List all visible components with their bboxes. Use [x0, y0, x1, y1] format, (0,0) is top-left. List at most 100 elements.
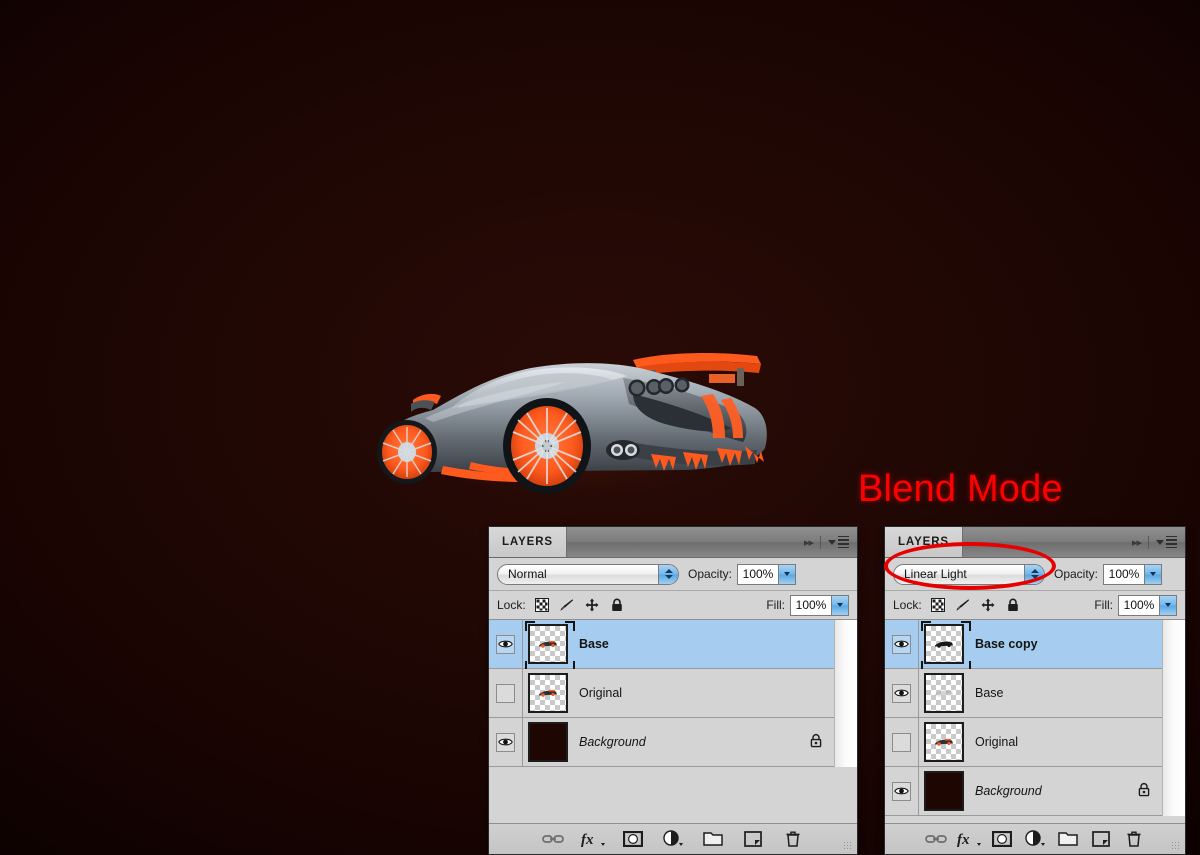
eye-icon[interactable]	[496, 733, 515, 752]
layers-panel-before[interactable]: LAYERS ▸▸ Normal Opacity:	[488, 526, 858, 855]
add-layer-mask-icon[interactable]	[986, 826, 1019, 852]
new-group-icon[interactable]	[693, 826, 733, 852]
fill-dropdown-arrow[interactable]	[831, 596, 848, 615]
panel-menu-icon[interactable]	[1156, 536, 1177, 548]
stepper-down-icon	[665, 575, 673, 579]
collapse-panel-icon[interactable]: ▸▸	[804, 536, 813, 549]
blend-mode-dropdown[interactable]: Linear Light	[893, 564, 1045, 585]
tab-layers[interactable]: LAYERS	[489, 527, 567, 557]
visibility-cell[interactable]	[489, 620, 523, 668]
lock-position-icon[interactable]	[585, 598, 599, 612]
layers-panel-after[interactable]: LAYERS ▸▸ Linear Light Opacity:	[884, 526, 1186, 855]
lock-image-icon[interactable]	[956, 598, 970, 612]
lock-image-icon[interactable]	[560, 598, 574, 612]
layers-list[interactable]: Base copy	[885, 620, 1185, 816]
fill-field[interactable]: 100%	[790, 595, 849, 616]
visibility-cell[interactable]	[885, 669, 919, 717]
visibility-cell[interactable]	[489, 669, 523, 717]
collapse-panel-icon[interactable]: ▸▸	[1132, 536, 1141, 549]
thumbnail-cell[interactable]	[523, 624, 573, 664]
layers-list[interactable]: Base Original	[489, 620, 857, 767]
thumbnail-cell[interactable]	[919, 624, 969, 664]
table-row[interactable]: Background	[885, 767, 1185, 816]
layer-thumbnail	[528, 624, 568, 664]
eye-icon[interactable]	[892, 782, 911, 801]
eye-icon[interactable]	[496, 635, 515, 654]
lock-all-icon[interactable]	[610, 598, 624, 612]
layer-name: Base	[975, 686, 1004, 700]
chevron-down-icon	[828, 540, 836, 545]
table-row[interactable]: Base	[885, 669, 1185, 718]
fill-dropdown-arrow[interactable]	[1159, 596, 1176, 615]
layers-scroll-gutter[interactable]	[834, 620, 857, 767]
opacity-value: 100%	[738, 565, 778, 584]
panel-tab-bar: LAYERS ▸▸	[489, 527, 857, 558]
table-row[interactable]: Original	[885, 718, 1185, 767]
adjustment-layer-icon[interactable]	[1019, 826, 1052, 852]
layer-name: Original	[975, 735, 1018, 749]
adjustment-layer-icon[interactable]	[653, 826, 693, 852]
opacity-field[interactable]: 100%	[1103, 564, 1162, 585]
lock-all-icon[interactable]	[1006, 598, 1020, 612]
opacity-value: 100%	[1104, 565, 1144, 584]
link-layers-icon[interactable]	[920, 826, 953, 852]
table-row[interactable]: Original	[489, 669, 857, 718]
layer-name: Background	[975, 784, 1042, 798]
panel-resize-grip[interactable]	[1171, 841, 1181, 851]
layer-name: Base	[579, 637, 609, 651]
delete-layer-icon[interactable]	[1118, 826, 1151, 852]
layer-locked-icon	[1137, 782, 1151, 800]
eye-icon-off[interactable]	[496, 684, 515, 703]
new-layer-icon[interactable]	[1085, 826, 1118, 852]
layer-thumbnail	[924, 624, 964, 664]
layer-style-fx-icon[interactable]: fx	[953, 826, 986, 852]
blend-mode-stepper[interactable]	[658, 565, 678, 584]
fill-label: Fill:	[1094, 598, 1113, 612]
eye-icon[interactable]	[892, 635, 911, 654]
menu-lines-icon	[1166, 536, 1177, 548]
eye-icon[interactable]	[892, 684, 911, 703]
table-row[interactable]: Background	[489, 718, 857, 767]
blend-mode-annotation-label: Blend Mode	[858, 468, 1063, 511]
lock-label: Lock:	[893, 598, 922, 612]
lock-transparency-icon[interactable]	[931, 598, 945, 612]
thumbnail-cell[interactable]	[523, 722, 573, 762]
lock-label: Lock:	[497, 598, 526, 612]
link-layers-icon[interactable]	[533, 826, 573, 852]
visibility-cell[interactable]	[885, 718, 919, 766]
panel-menu-icon[interactable]	[828, 536, 849, 548]
visibility-cell[interactable]	[489, 718, 523, 766]
fill-field[interactable]: 100%	[1118, 595, 1177, 616]
layers-list-wrap: Base copy	[885, 620, 1185, 816]
tab-divider	[1148, 536, 1149, 549]
lock-position-icon[interactable]	[981, 598, 995, 612]
visibility-cell[interactable]	[885, 767, 919, 815]
layer-thumbnail	[924, 771, 964, 811]
blend-mode-row: Linear Light Opacity: 100%	[885, 558, 1185, 591]
new-layer-icon[interactable]	[733, 826, 773, 852]
layers-scroll-gutter[interactable]	[1162, 620, 1185, 816]
lock-transparency-icon[interactable]	[535, 598, 549, 612]
thumbnail-cell[interactable]	[523, 673, 573, 713]
panel-resize-grip[interactable]	[843, 841, 853, 851]
tab-layers[interactable]: LAYERS	[885, 527, 963, 557]
svg-text:fx: fx	[581, 832, 594, 848]
panel-bottom-toolbar: fx	[489, 823, 857, 854]
opacity-dropdown-arrow[interactable]	[1144, 565, 1161, 584]
eye-icon-off[interactable]	[892, 733, 911, 752]
thumbnail-cell[interactable]	[919, 673, 969, 713]
layer-style-fx-icon[interactable]: fx	[573, 826, 613, 852]
blend-mode-dropdown[interactable]: Normal	[497, 564, 679, 585]
blend-mode-value: Linear Light	[904, 567, 967, 581]
opacity-dropdown-arrow[interactable]	[778, 565, 795, 584]
thumbnail-cell[interactable]	[919, 722, 969, 762]
visibility-cell[interactable]	[885, 620, 919, 668]
thumbnail-cell[interactable]	[919, 771, 969, 811]
add-layer-mask-icon[interactable]	[613, 826, 653, 852]
new-group-icon[interactable]	[1052, 826, 1085, 852]
table-row[interactable]: Base	[489, 620, 857, 669]
table-row[interactable]: Base copy	[885, 620, 1185, 669]
delete-layer-icon[interactable]	[773, 826, 813, 852]
opacity-field[interactable]: 100%	[737, 564, 796, 585]
blend-mode-stepper[interactable]	[1024, 565, 1044, 584]
